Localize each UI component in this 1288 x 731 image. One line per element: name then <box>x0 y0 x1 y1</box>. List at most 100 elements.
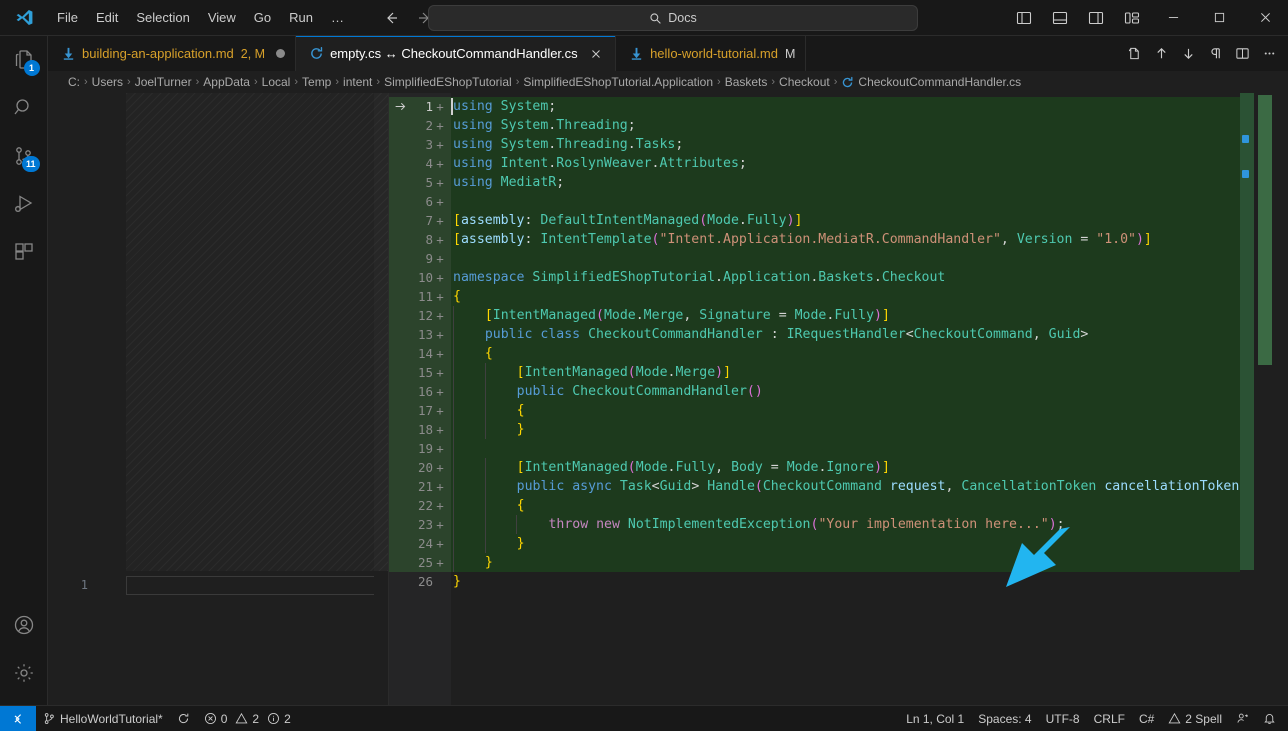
code-content[interactable]: using System; using System.Threading; usin… <box>451 93 1240 705</box>
code-line[interactable]: using System.Threading; <box>451 116 1240 135</box>
code-line[interactable]: } <box>451 572 1240 591</box>
code-line[interactable]: [assembly: IntentTemplate("Intent.Applic… <box>451 230 1240 249</box>
code-line[interactable] <box>451 439 1240 458</box>
language-mode-status[interactable]: C# <box>1132 706 1161 731</box>
remote-window-icon[interactable] <box>0 705 36 731</box>
tab-building-an-application[interactable]: building-an-application.md 2, M <box>48 36 297 71</box>
arrow-up-icon[interactable] <box>1148 39 1174 69</box>
tab-dirty-indicator[interactable] <box>276 49 286 58</box>
menu-item-run[interactable]: Run <box>281 7 321 29</box>
cursor-position[interactable]: Ln 1, Col 1 <box>899 706 971 731</box>
breadcrumb-item[interactable]: SimplifiedEShopTutorial <box>384 75 512 89</box>
encoding-status[interactable]: UTF-8 <box>1039 706 1087 731</box>
code-line[interactable]: } <box>451 534 1240 553</box>
tab-hello-world-tutorial[interactable]: hello-world-tutorial.md M <box>616 36 807 71</box>
code-line[interactable]: [IntentManaged(Mode.Fully, Body = Mode.I… <box>451 458 1240 477</box>
error-icon <box>204 712 217 725</box>
breadcrumb-item[interactable]: SimplifiedEShopTutorial.Application <box>523 75 713 89</box>
code-line[interactable] <box>451 192 1240 211</box>
activitybar-item-source-control[interactable]: 11 <box>0 132 48 180</box>
breadcrumb-item[interactable]: Users <box>92 75 123 89</box>
code-line[interactable]: using Intent.RoslynWeaver.Attributes; <box>451 154 1240 173</box>
line-number-row: 2 + <box>389 116 451 135</box>
code-line[interactable]: } <box>451 420 1240 439</box>
layout-sidebar-left-icon[interactable] <box>1006 0 1042 36</box>
activitybar-item-accounts[interactable] <box>0 601 48 649</box>
breadcrumb-item[interactable]: AppData <box>203 75 250 89</box>
code-line[interactable] <box>451 249 1240 268</box>
breadcrumb-item[interactable]: CheckoutCommandHandler.cs <box>858 75 1021 89</box>
code-line[interactable]: using System; <box>451 97 1240 116</box>
code-line[interactable]: public CheckoutCommandHandler() <box>451 382 1240 401</box>
breadcrumb-separator: › <box>335 76 340 88</box>
minimize-button[interactable] <box>1150 0 1196 36</box>
search-input[interactable]: Docs <box>428 5 918 31</box>
breadcrumb-item[interactable]: Checkout <box>779 75 830 89</box>
arrow-left-icon[interactable] <box>381 8 401 28</box>
warning-icon <box>1168 712 1181 725</box>
breadcrumb-item[interactable]: Temp <box>302 75 331 89</box>
layout-sidebar-right-icon[interactable] <box>1078 0 1114 36</box>
tab-empty-cs-diff[interactable]: empty.cs ↔ CheckoutCommandHandler.cs <box>296 36 617 71</box>
code-line[interactable]: { <box>451 344 1240 363</box>
pilcrow-icon[interactable] <box>1202 39 1228 69</box>
modified-overview-ruler[interactable] <box>1240 93 1288 705</box>
activitybar-item-search[interactable] <box>0 84 48 132</box>
menu-item-edit[interactable]: Edit <box>88 7 126 29</box>
breadcrumb-item[interactable]: Local <box>262 75 291 89</box>
notifications-status[interactable] <box>1256 706 1288 731</box>
code-line[interactable]: using System.Threading.Tasks; <box>451 135 1240 154</box>
menu-item-file[interactable]: File <box>49 7 86 29</box>
sync-status[interactable] <box>170 706 197 731</box>
code-line[interactable]: using MediatR; <box>451 173 1240 192</box>
diff-added-marker: + <box>436 403 444 418</box>
code-line[interactable]: { <box>451 287 1240 306</box>
activitybar-item-settings[interactable] <box>0 649 48 697</box>
menu-item-selection[interactable]: Selection <box>128 7 197 29</box>
breadcrumb-item[interactable]: Baskets <box>725 75 768 89</box>
eol-status[interactable]: CRLF <box>1087 706 1132 731</box>
menu-item-more[interactable]: … <box>323 7 352 29</box>
activitybar-item-run-and-debug[interactable] <box>0 180 48 228</box>
code-line[interactable]: [IntentManaged(Mode.Merge)] <box>451 363 1240 382</box>
menu-item-view[interactable]: View <box>200 7 244 29</box>
modified-file-pane[interactable]: 1 +2 +3 +4 +5 +6 +7 +8 +9 +10 +11 +12 +13 +14 +15 +16 +1… <box>389 93 1288 705</box>
indentation-status[interactable]: Spaces: 4 <box>971 706 1038 731</box>
code-line[interactable]: [assembly: DefaultIntentManaged(Mode.Ful… <box>451 211 1240 230</box>
layout-panel-icon[interactable] <box>1042 0 1078 36</box>
code-line[interactable]: throw new NotImplementedException("Your … <box>451 515 1240 534</box>
close-button[interactable] <box>1242 0 1288 36</box>
maximize-button[interactable] <box>1196 0 1242 36</box>
code-line[interactable]: { <box>451 496 1240 515</box>
code-line[interactable]: { <box>451 401 1240 420</box>
code-line[interactable]: public async Task<Guid> Handle(CheckoutC… <box>451 477 1240 496</box>
editor-scrollbar-thumb[interactable] <box>1258 95 1272 365</box>
breadcrumb-item[interactable]: C: <box>68 75 80 89</box>
layout-customize-icon[interactable] <box>1114 0 1150 36</box>
activitybar-item-extensions[interactable] <box>0 228 48 276</box>
split-editor-icon[interactable] <box>1229 39 1255 69</box>
diff-added-marker: + <box>436 232 444 247</box>
code-line[interactable]: [IntentManaged(Mode.Merge, Signature = M… <box>451 306 1240 325</box>
code-line[interactable]: namespace SimplifiedEShopTutorial.Applic… <box>451 268 1240 287</box>
live-share-status[interactable] <box>1229 706 1256 731</box>
arrow-down-icon[interactable] <box>1175 39 1201 69</box>
line-number-row: 23 + <box>389 515 451 534</box>
ellipsis-icon[interactable] <box>1256 39 1282 69</box>
line-number: 19 <box>417 441 433 456</box>
breadcrumb-item[interactable]: intent <box>343 75 372 89</box>
branch-status[interactable]: HelloWorldTutorial* <box>36 706 170 731</box>
code-line[interactable]: public class CheckoutCommandHandler : IR… <box>451 325 1240 344</box>
new-file-icon[interactable] <box>1121 39 1147 69</box>
problems-status[interactable]: 0 2 2 <box>197 706 298 731</box>
spell-checker-status[interactable]: 2 Spell <box>1161 706 1229 731</box>
activitybar-item-explorer[interactable]: 1 <box>0 36 48 84</box>
tab-close-button[interactable] <box>588 45 605 63</box>
code-line[interactable]: } <box>451 553 1240 572</box>
original-overview-ruler[interactable] <box>374 93 388 705</box>
line-number: 5 <box>425 175 433 190</box>
breadcrumb-item[interactable]: JoelTurner <box>135 75 192 89</box>
original-empty-file-pane[interactable]: 1 <box>48 93 388 705</box>
menu-item-go[interactable]: Go <box>246 7 279 29</box>
breadcrumb-separator: › <box>376 76 381 88</box>
